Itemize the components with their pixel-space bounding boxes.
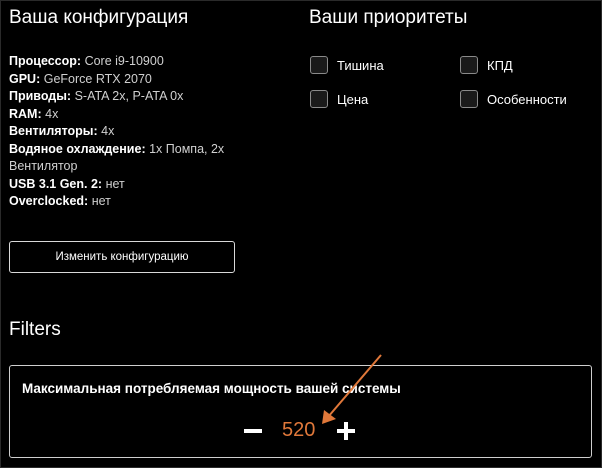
priority-label: Особенности xyxy=(487,91,567,107)
config-value: нет xyxy=(91,194,111,208)
priority-efficiency[interactable]: КПД xyxy=(460,56,513,74)
config-key: Overclocked: xyxy=(9,194,89,208)
config-value: 4x xyxy=(45,106,59,121)
config-title: Ваша конфигурация xyxy=(9,7,189,28)
config-row-water-cooling: Водяное охлаждение: 1x Помпа, 2x Вентиля… xyxy=(9,141,274,176)
config-row-overclocked: Overclocked: нет xyxy=(9,193,274,211)
power-stepper: 520 xyxy=(242,419,357,442)
power-filter-label: Максимальная потребляемая мощность вашей… xyxy=(22,381,401,396)
priority-label: КПД xyxy=(487,57,513,73)
checkbox[interactable] xyxy=(310,90,328,108)
config-key: Водяное охлаждение: xyxy=(9,141,146,156)
config-key: USB 3.1 Gen. 2: xyxy=(9,176,103,191)
config-value: нет xyxy=(105,176,125,191)
checkbox[interactable] xyxy=(310,56,328,74)
power-filter-panel: Максимальная потребляемая мощность вашей… xyxy=(9,365,592,458)
power-value: 520 xyxy=(282,419,316,441)
change-config-button[interactable]: Изменить конфигурацию xyxy=(9,241,235,273)
config-row-ram: RAM: 4x xyxy=(9,106,274,124)
minus-icon xyxy=(244,428,262,433)
config-value: Core i9-10900 xyxy=(84,54,164,68)
config-row-gpu: GPU: GeForce RTX 2070 xyxy=(9,71,274,89)
config-value: 4x xyxy=(101,124,115,138)
config-value: GeForce RTX 2070 xyxy=(43,71,152,86)
config-row-drives: Приводы: S-ATA 2x, P-ATA 0x xyxy=(9,88,274,106)
priority-price[interactable]: Цена xyxy=(310,90,368,108)
priority-label: Тишина xyxy=(337,57,384,73)
config-row-usb: USB 3.1 Gen. 2: нет xyxy=(9,176,274,194)
plus-button[interactable] xyxy=(335,420,357,442)
priority-label: Цена xyxy=(337,91,369,107)
checkbox[interactable] xyxy=(460,90,478,108)
checkbox[interactable] xyxy=(460,56,478,74)
config-key: GPU: xyxy=(9,71,41,86)
filters-title: Filters xyxy=(9,319,61,340)
config-key: Процессор: xyxy=(9,54,82,68)
priority-silence[interactable]: Тишина xyxy=(310,56,384,74)
config-list: Процессор: Core i9-10900 GPU: GeForce RT… xyxy=(9,53,274,211)
priority-features[interactable]: Особенности xyxy=(460,90,567,108)
config-key: RAM: xyxy=(9,106,42,121)
config-key: Вентиляторы: xyxy=(9,124,98,138)
config-row-fans: Вентиляторы: 4x xyxy=(9,123,274,141)
config-row-cpu: Процессор: Core i9-10900 xyxy=(9,53,274,71)
config-value: S-ATA 2x, P-ATA 0x xyxy=(74,89,184,103)
priorities-title: Ваши приоритеты xyxy=(309,7,468,28)
config-key: Приводы: xyxy=(9,89,72,103)
minus-button[interactable] xyxy=(242,420,264,442)
